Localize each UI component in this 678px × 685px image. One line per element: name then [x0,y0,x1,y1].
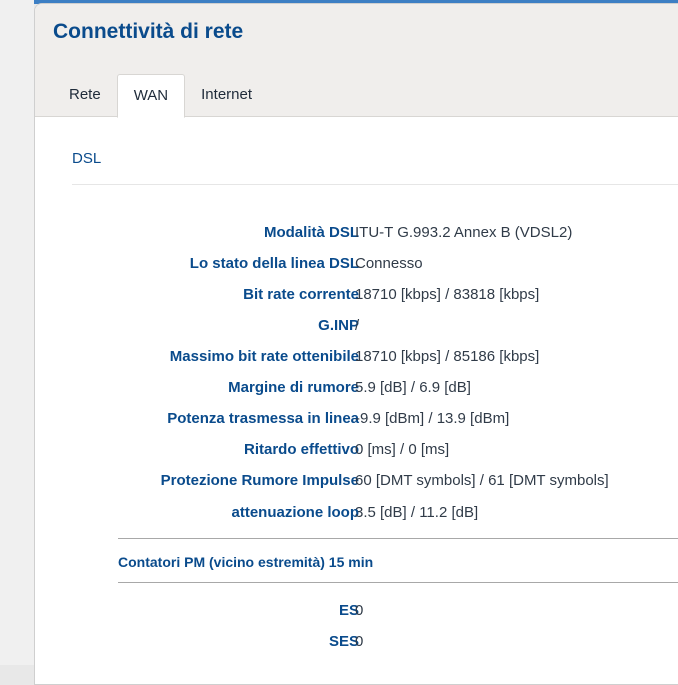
panel-header: Connettività di rete Rete WAN Internet [35,4,678,118]
info-label: Bit rate corrente [243,286,359,303]
main-panel: Connettività di rete Rete WAN Internet D… [34,3,678,685]
info-value: 18710 [kbps] / 83818 [kbps] [355,286,540,303]
info-label: Margine di rumore [228,379,359,396]
pm-divider-top [118,538,678,539]
info-value: -9.9 [dBm] / 13.9 [dBm] [355,410,510,427]
section-title-dsl: DSL [72,150,102,167]
info-value: 18710 [kbps] / 85186 [kbps] [355,348,540,365]
info-row-massimo-bit-rate: Massimo bit rate ottenibile 18710 [kbps]… [35,344,678,368]
info-row-stato-linea: Lo stato della linea DSL Connesso [35,251,678,275]
pm-counters-title: Contatori PM (vicino estremità) 15 min [118,554,374,570]
info-value: ITU-T G.993.2 Annex B (VDSL2) [355,224,573,241]
info-label: Protezione Rumore Impulse [160,472,359,489]
info-row-es: ES 0 [35,598,678,622]
tab-bar: Rete WAN Internet [53,74,268,118]
tab-internet[interactable]: Internet [185,74,268,116]
info-value: Connesso [355,255,423,272]
info-row-bit-rate-corrente: Bit rate corrente 18710 [kbps] / 83818 [… [35,282,678,306]
info-label: Lo stato della linea DSL [189,255,359,272]
info-label: attenuazione loop [231,504,360,521]
info-label: Massimo bit rate ottenibile [169,348,359,365]
info-row-ritardo-effettivo: Ritardo effettivo 0 [ms] / 0 [ms] [35,437,678,461]
info-value: 3.5 [dB] / 11.2 [dB] [355,504,479,521]
info-value: 60 [DMT symbols] / 61 [DMT symbols] [355,472,609,489]
info-row-protezione-rumore: Protezione Rumore Impulse 60 [DMT symbol… [35,468,678,492]
info-label: Ritardo effettivo [243,441,359,458]
section-divider [72,184,678,185]
info-row-potenza-trasmessa: Potenza trasmessa in linea -9.9 [dBm] / … [35,406,678,430]
info-row-ses: SES 0 [35,629,678,653]
info-value: / [355,317,360,334]
info-row-margine-rumore: Margine di rumore 5.9 [dB] / 6.9 [dB] [35,375,678,399]
tab-rete[interactable]: Rete [53,74,117,116]
info-value: 0 [ms] / 0 [ms] [355,441,450,458]
info-row-modalita-dsl: Modalità DSL ITU-T G.993.2 Annex B (VDSL… [35,220,678,244]
info-value: 0 [355,602,364,619]
tab-wan[interactable]: WAN [116,74,186,118]
info-row-attenuazione-loop: attenuazione loop 3.5 [dB] / 11.2 [dB] [35,500,678,524]
left-gutter [0,0,34,665]
info-row-ginp: G.INP / [35,313,678,337]
info-value: 5.9 [dB] / 6.9 [dB] [355,379,471,396]
info-value: 0 [355,633,364,650]
pm-divider-bottom [118,582,678,583]
info-label: G.INP [318,317,359,334]
info-label: Potenza trasmessa in linea [167,410,359,427]
page-title: Connettività di rete [53,20,244,43]
info-label: Modalità DSL [263,224,359,241]
